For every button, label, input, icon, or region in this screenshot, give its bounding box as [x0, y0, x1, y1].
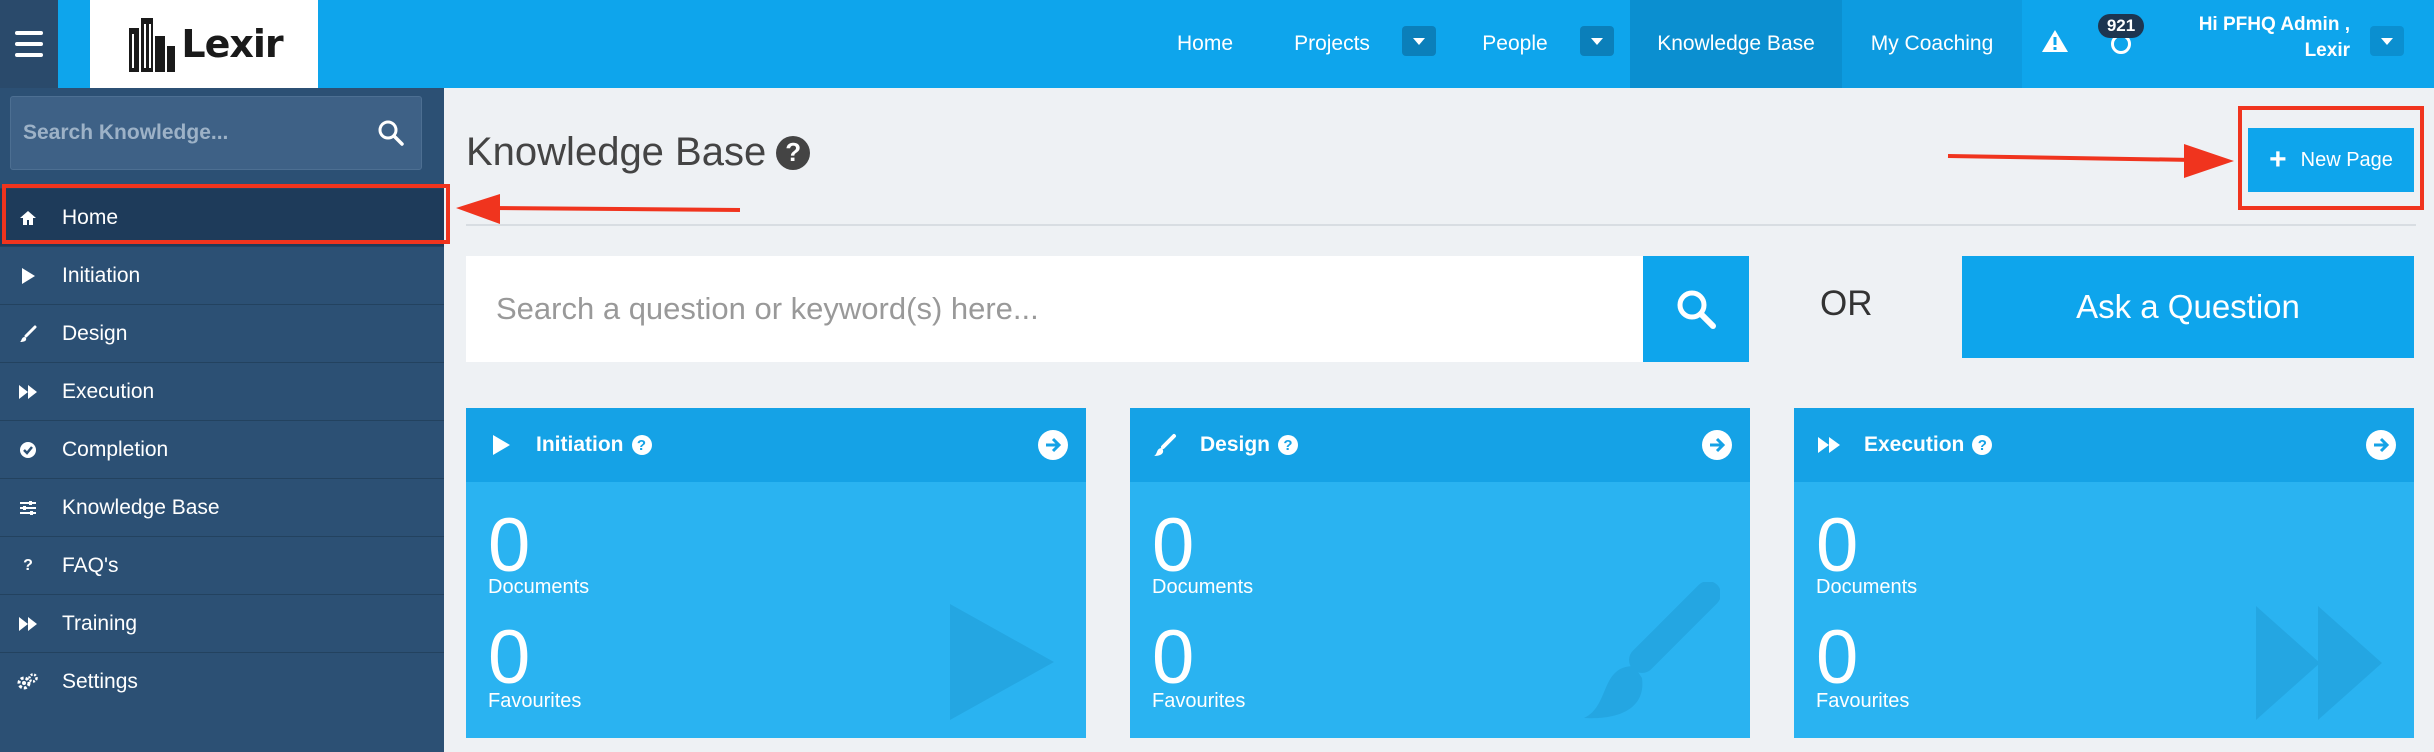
favourites-label: Favourites — [488, 690, 582, 712]
question-icon: ? — [23, 556, 33, 574]
sidebar-item-label: Settings — [62, 669, 138, 693]
help-icon[interactable]: ? — [1278, 435, 1299, 455]
notification-badge: 921 — [2098, 14, 2144, 38]
user-org: Lexir — [2304, 40, 2350, 61]
knowledge-search-button[interactable] — [1643, 256, 1749, 362]
sidebar: Search Knowledge... Home Initiation Desi… — [0, 88, 444, 752]
sidebar-item-label: Execution — [62, 379, 155, 403]
fast-forward-icon — [2256, 606, 2382, 720]
hamburger-menu-icon[interactable] — [0, 0, 58, 88]
gears-icon — [16, 670, 40, 694]
sidebar-item-completion[interactable]: Completion — [0, 420, 444, 478]
sidebar-item-label: Training — [62, 611, 138, 635]
favourites-label: Favourites — [1152, 690, 1246, 712]
ask-question-button[interactable]: Ask a Question — [1962, 256, 2414, 358]
logo[interactable]: Lexir — [90, 0, 318, 88]
new-page-button[interactable]: + New Page — [2248, 128, 2414, 192]
fast-forward-icon — [16, 612, 40, 636]
nav-people[interactable]: People — [1472, 0, 1558, 88]
page-title: Knowledge Base ? — [466, 130, 811, 175]
logo-text: Lexir — [181, 22, 283, 66]
projects-dropdown-icon[interactable] — [1402, 26, 1436, 56]
top-navbar: Lexir Home Projects People Knowledge Bas… — [0, 0, 2434, 88]
brush-icon — [1584, 582, 1720, 719]
card-title: Design — [1200, 433, 1271, 456]
card-design: Design ? 0 Documents 0 Favourites — [1130, 408, 1750, 738]
search-icon — [1677, 290, 1716, 329]
title-divider — [466, 224, 2416, 226]
page-title-text: Knowledge Base — [466, 130, 767, 174]
sidebar-search-placeholder: Search Knowledge... — [23, 121, 229, 144]
sidebar-item-execution[interactable]: Execution — [0, 362, 444, 420]
knowledge-search-box — [466, 256, 1644, 362]
card-execution: Execution ? 0 Documents 0 Favourites — [1794, 408, 2414, 738]
nav-knowledge-base[interactable]: Knowledge Base — [1630, 0, 1842, 88]
card-header: Initiation ? — [466, 408, 1086, 482]
sidebar-item-settings[interactable]: Settings — [0, 652, 444, 710]
fast-forward-icon — [1816, 432, 1842, 458]
play-icon — [16, 264, 40, 288]
search-icon[interactable] — [377, 119, 405, 147]
help-icon[interactable]: ? — [1972, 435, 1993, 455]
arrow-right-circle-icon[interactable] — [1038, 430, 1068, 460]
check-circle-icon — [16, 438, 40, 462]
building-logo-icon — [129, 18, 176, 72]
arrow-right-circle-icon[interactable] — [2366, 430, 2396, 460]
sidebar-item-label: Completion — [62, 437, 169, 461]
nav-home[interactable]: Home — [1160, 0, 1250, 88]
sidebar-item-knowledge-base[interactable]: Knowledge Base — [0, 478, 444, 536]
card-title: Execution — [1864, 433, 1965, 456]
favourites-count: 0 — [488, 615, 531, 700]
help-icon[interactable]: ? — [631, 435, 652, 455]
sidebar-item-label: Knowledge Base — [62, 495, 220, 519]
user-menu[interactable]: Hi PFHQ Admin , Lexir — [2180, 12, 2350, 64]
or-separator: OR — [1820, 284, 1873, 323]
nav-my-coaching[interactable]: My Coaching — [1842, 0, 2022, 88]
favourites-count: 0 — [1816, 615, 1859, 700]
documents-count: 0 — [1152, 503, 1195, 588]
help-icon[interactable]: ? — [776, 135, 811, 170]
documents-count: 0 — [1816, 503, 1859, 588]
documents-label: Documents — [1816, 576, 1918, 598]
plus-icon: + — [2269, 143, 2287, 176]
favourites-label: Favourites — [1816, 690, 1910, 712]
play-icon — [950, 604, 1054, 720]
sidebar-search[interactable]: Search Knowledge... — [10, 96, 422, 170]
sliders-icon — [16, 496, 40, 520]
card-header: Execution ? — [1794, 408, 2414, 482]
sidebar-item-home[interactable]: Home — [0, 188, 444, 246]
card-initiation: Initiation ? 0 Documents 0 Favourites — [466, 408, 1086, 738]
sidebar-item-initiation[interactable]: Initiation — [0, 246, 444, 304]
brush-icon — [16, 322, 40, 346]
nav-projects[interactable]: Projects — [1282, 0, 1382, 88]
documents-label: Documents — [488, 576, 590, 598]
sidebar-item-label: Design — [62, 321, 128, 345]
user-greeting: Hi PFHQ Admin , — [2198, 14, 2350, 35]
sidebar-item-design[interactable]: Design — [0, 304, 444, 362]
documents-count: 0 — [488, 503, 531, 588]
sidebar-item-label: Initiation — [62, 263, 141, 287]
fast-forward-icon — [16, 380, 40, 404]
sidebar-item-faqs[interactable]: ? FAQ's — [0, 536, 444, 594]
sidebar-item-label: FAQ's — [62, 553, 119, 577]
new-page-label: New Page — [2300, 148, 2393, 171]
knowledge-search-input[interactable] — [466, 256, 1644, 362]
card-title: Initiation — [536, 433, 624, 456]
arrow-right-circle-icon[interactable] — [1702, 430, 1732, 460]
sidebar-item-training[interactable]: Training — [0, 594, 444, 652]
people-dropdown-icon[interactable] — [1580, 26, 1614, 56]
notifications[interactable]: 921 — [2098, 14, 2146, 66]
sidebar-item-label: Home — [62, 205, 119, 229]
brush-icon — [1152, 432, 1178, 458]
warning-icon[interactable] — [2040, 26, 2070, 56]
play-icon — [488, 432, 514, 458]
favourites-count: 0 — [1152, 615, 1195, 700]
annotation-arrow-right-icon — [1947, 144, 2234, 178]
user-dropdown-icon[interactable] — [2370, 26, 2404, 56]
documents-label: Documents — [1152, 576, 1254, 598]
card-header: Design ? — [1130, 408, 1750, 482]
home-icon — [16, 206, 40, 230]
